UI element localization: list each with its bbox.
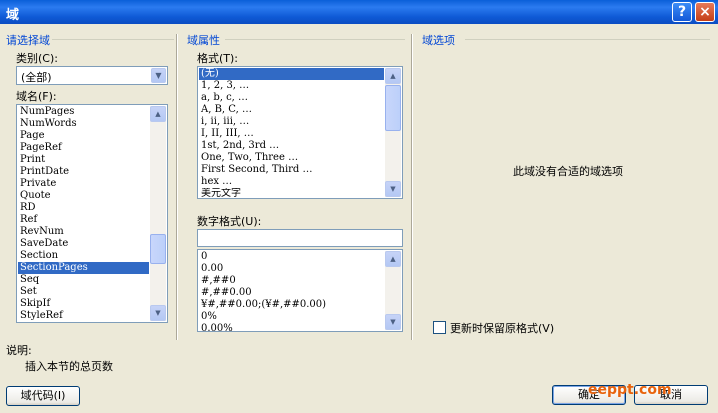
format-item[interactable]: a, b, c, … xyxy=(199,92,384,104)
number-format-item[interactable]: #,##0 xyxy=(199,275,384,287)
field-properties-heading: 域属性 xyxy=(187,34,220,47)
format-item[interactable]: hex … xyxy=(199,176,384,188)
description-label: 说明: xyxy=(6,344,32,357)
close-button[interactable]: × xyxy=(695,2,715,22)
preserve-format-label: 更新时保留原格式(V) xyxy=(450,322,555,335)
format-item[interactable]: 1st, 2nd, 3rd … xyxy=(199,140,384,152)
field-name-item[interactable]: SkipIf xyxy=(18,298,149,310)
separator-left xyxy=(176,34,178,340)
select-field-heading: 请选择域 xyxy=(6,34,50,47)
field-codes-button[interactable]: 域代码(I) xyxy=(6,386,80,406)
format-item[interactable]: 美元文字 xyxy=(199,188,384,198)
field-name-item[interactable]: StyleRef xyxy=(18,310,149,322)
field-name-item[interactable]: Ref xyxy=(18,214,149,226)
field-name-item[interactable]: RevNum xyxy=(18,226,149,238)
category-label: 类别(C): xyxy=(16,52,58,65)
format-item[interactable]: A, B, C, … xyxy=(199,104,384,116)
scroll-down-icon[interactable]: ▼ xyxy=(385,314,401,330)
watermark-text: eeppt.com xyxy=(588,382,672,398)
format-list[interactable]: (无) 1, 2, 3, … a, b, c, … A, B, C, … i, ii, … xyxy=(197,66,403,199)
field-name-item[interactable]: PrintDate xyxy=(18,166,149,178)
category-value: (全部) xyxy=(21,71,52,84)
field-name-item[interactable]: Private xyxy=(18,178,149,190)
field-name-item[interactable]: Section xyxy=(18,250,149,262)
field-name-item[interactable]: PageRef xyxy=(18,142,149,154)
scroll-up-icon[interactable]: ▲ xyxy=(385,68,401,84)
field-options-line xyxy=(465,39,710,40)
format-item[interactable]: 1, 2, 3, … xyxy=(199,80,384,92)
scroll-up-icon[interactable]: ▲ xyxy=(150,106,166,122)
number-format-scrollbar[interactable]: ▲ ▼ xyxy=(385,251,401,330)
window-title: 域 xyxy=(6,8,20,23)
scroll-thumb[interactable] xyxy=(385,85,401,131)
format-item[interactable]: First Second, Third … xyxy=(199,164,384,176)
field-name-item[interactable]: SectionPages xyxy=(18,262,149,274)
field-name-item[interactable]: Print xyxy=(18,154,149,166)
scroll-down-icon[interactable]: ▼ xyxy=(385,181,401,197)
field-name-list[interactable]: NumPages NumWords Page PageRef Print PrintDat… xyxy=(16,104,168,323)
number-format-input[interactable] xyxy=(197,229,403,247)
help-button[interactable]: ? xyxy=(672,2,692,22)
format-item[interactable]: (无) xyxy=(199,68,384,80)
separator-right xyxy=(411,34,413,340)
format-items: (无) 1, 2, 3, … a, b, c, … A, B, C, … i, ii, … xyxy=(199,68,384,198)
number-format-list[interactable]: 0 0.00 #,##0 #,##0.00 ¥#,##0.00;(¥#,##0.00) 0… xyxy=(197,249,403,332)
number-format-item[interactable]: #,##0.00 xyxy=(199,287,384,299)
fieldname-label: 域名(F): xyxy=(16,90,57,103)
number-format-item[interactable]: ¥#,##0.00;(¥#,##0.00) xyxy=(199,299,384,311)
field-name-item[interactable]: NumWords xyxy=(18,118,149,130)
number-format-item[interactable]: 0.00 xyxy=(199,263,384,275)
scroll-down-icon[interactable]: ▼ xyxy=(150,305,166,321)
field-name-item[interactable]: Set xyxy=(18,286,149,298)
field-name-item[interactable]: Seq xyxy=(18,274,149,286)
chevron-down-icon[interactable]: ▼ xyxy=(151,68,166,83)
preserve-format-checkbox[interactable] xyxy=(433,321,446,334)
field-name-scrollbar[interactable]: ▲ ▼ xyxy=(150,106,166,321)
field-options-heading: 域选项 xyxy=(422,34,455,47)
number-format-label: 数字格式(U): xyxy=(197,215,262,228)
format-item[interactable]: I, II, III, … xyxy=(199,128,384,140)
number-format-item[interactable]: 0.00% xyxy=(199,323,384,331)
format-item[interactable]: i, ii, iii, … xyxy=(199,116,384,128)
field-properties-line xyxy=(225,39,405,40)
number-format-items: 0 0.00 #,##0 #,##0.00 ¥#,##0.00;(¥#,##0.00) 0… xyxy=(199,251,384,331)
scroll-up-icon[interactable]: ▲ xyxy=(385,251,401,267)
description-text: 插入本节的总页数 xyxy=(25,360,113,373)
field-name-item[interactable]: RD xyxy=(18,202,149,214)
field-name-item[interactable]: Quote xyxy=(18,190,149,202)
field-name-item[interactable]: NumPages xyxy=(18,106,149,118)
category-combo[interactable]: (全部) ▼ xyxy=(16,66,168,85)
field-name-item[interactable]: Page xyxy=(18,130,149,142)
format-item[interactable]: One, Two, Three … xyxy=(199,152,384,164)
field-name-item[interactable]: SaveDate xyxy=(18,238,149,250)
scroll-thumb[interactable] xyxy=(150,234,166,264)
format-label: 格式(T): xyxy=(197,52,239,65)
no-options-message: 此域没有合适的域选项 xyxy=(513,165,623,178)
select-field-line xyxy=(52,39,174,40)
number-format-item[interactable]: 0% xyxy=(199,311,384,323)
number-format-item[interactable]: 0 xyxy=(199,251,384,263)
format-scrollbar[interactable]: ▲ ▼ xyxy=(385,68,401,197)
title-bar: 域 ? × xyxy=(0,0,718,24)
field-name-items: NumPages NumWords Page PageRef Print PrintDat… xyxy=(18,106,149,322)
